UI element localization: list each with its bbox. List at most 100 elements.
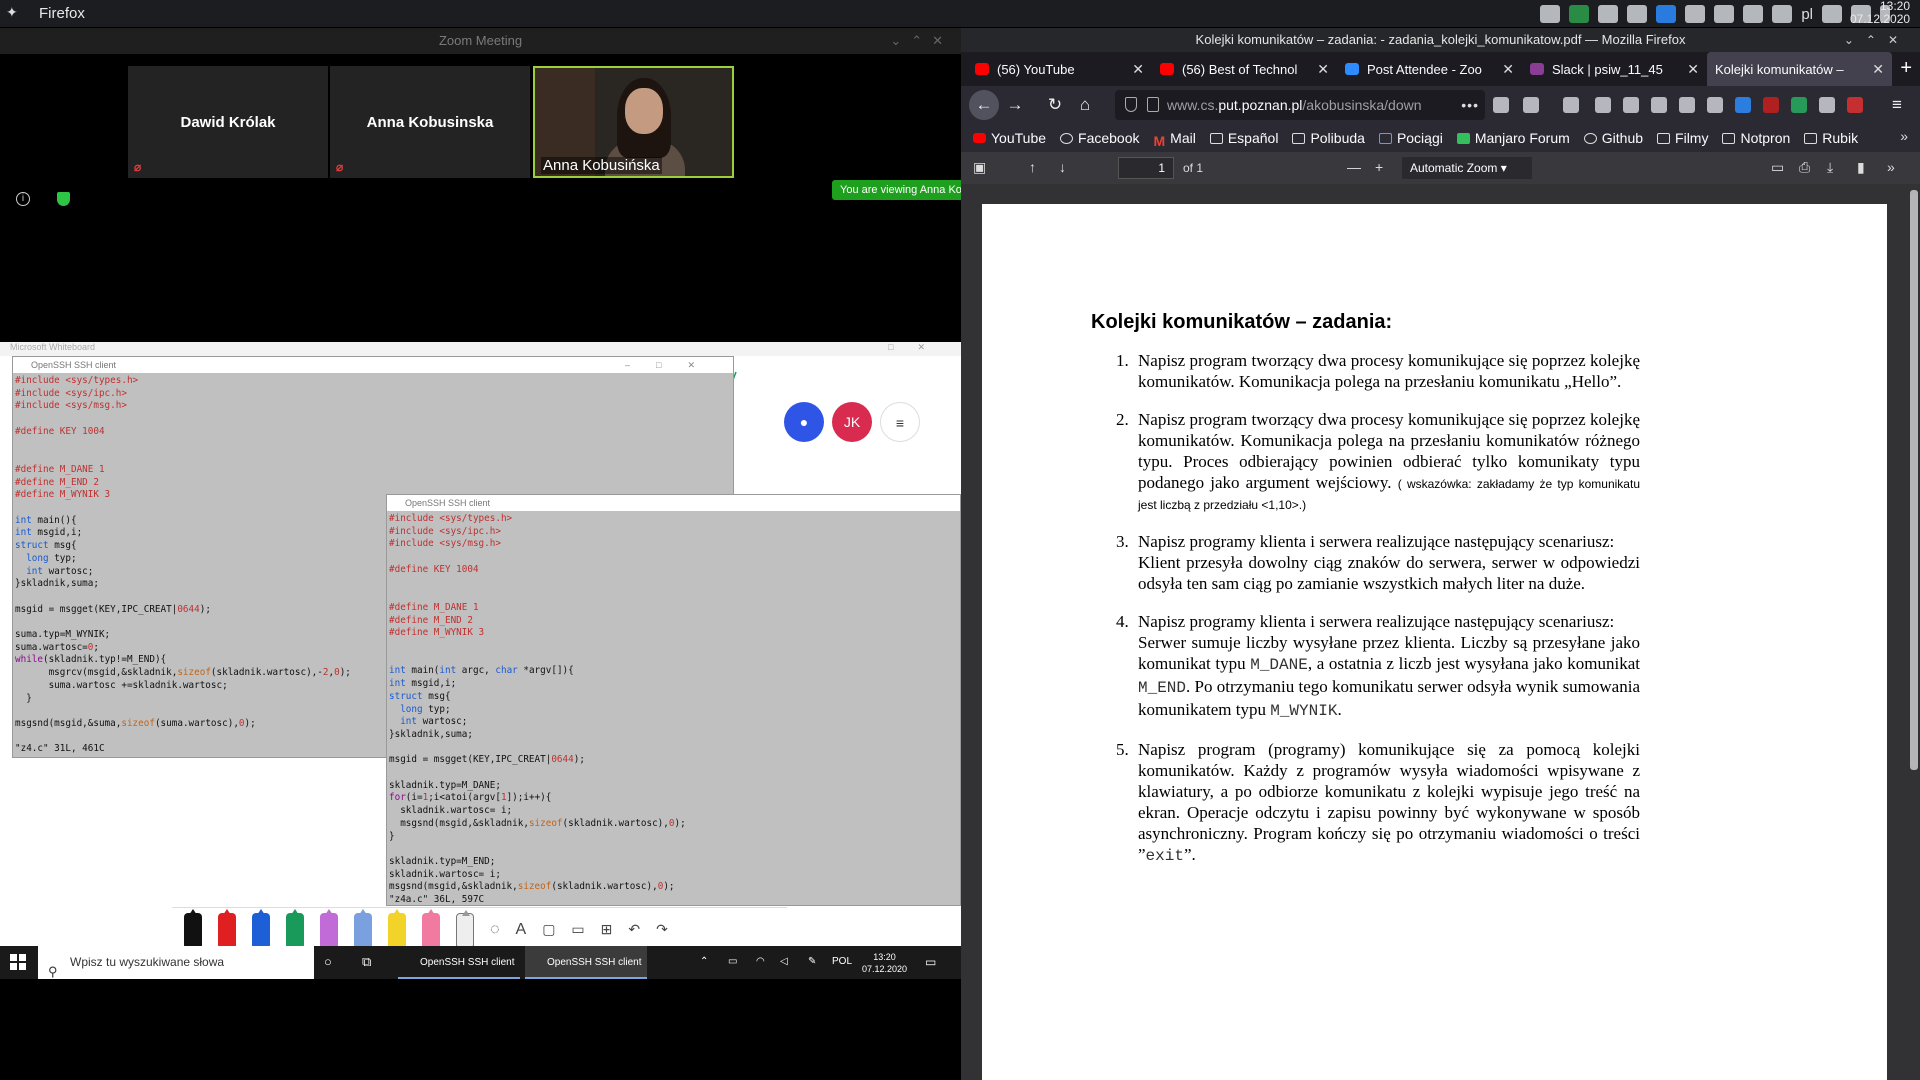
close-tab-icon[interactable]: ✕	[1317, 61, 1329, 78]
bookmark-item[interactable]: YouTube	[973, 130, 1046, 146]
extension-icon[interactable]	[1847, 97, 1863, 113]
page-number-input[interactable]: 1	[1118, 157, 1174, 179]
zoom-window-controls[interactable]: ⌄⌃✕	[890, 28, 953, 54]
red-pen-icon[interactable]	[218, 908, 236, 947]
save-icon[interactable]: ⤓	[1827, 159, 1833, 176]
extension-icon[interactable]	[1707, 97, 1723, 113]
new-tab-icon[interactable]: +	[1900, 57, 1912, 80]
bluetooth-icon[interactable]	[1772, 5, 1793, 23]
zoom-select[interactable]: Automatic Zoom ▾	[1402, 157, 1532, 179]
taskbar-app[interactable]: OpenSSH SSH client	[398, 946, 520, 979]
print-icon[interactable]: ⎙	[1799, 159, 1810, 176]
participant-tile[interactable]: Dawid Królak ⌀	[128, 66, 328, 178]
input-language[interactable]: POL	[832, 956, 852, 967]
ublock-icon[interactable]	[1763, 97, 1779, 113]
user-icon[interactable]: ●	[784, 402, 824, 442]
active-speaker-tile[interactable]: Anna Kobusińska	[533, 66, 734, 178]
bookmark-folder[interactable]: Rubik	[1804, 130, 1858, 146]
page-info-icon[interactable]	[1147, 97, 1159, 112]
undo-icon[interactable]: ↶	[628, 921, 640, 938]
system-clock[interactable]: 13:20 07.12.2020	[1850, 0, 1910, 26]
ssh-window-controls[interactable]: –□✕	[625, 357, 721, 373]
cortana-icon[interactable]: ○	[324, 954, 332, 969]
next-page-icon[interactable]: ↓	[1059, 159, 1066, 175]
zoom-in-icon[interactable]: +	[1375, 159, 1383, 175]
tab-pdf[interactable]: Kolejki komunikatów – ✕	[1707, 52, 1892, 86]
note-icon[interactable]: ▢	[542, 921, 555, 938]
avatar[interactable]: JK	[832, 402, 872, 442]
scrollbar[interactable]	[1910, 190, 1918, 770]
tracking-shield-icon[interactable]	[1125, 97, 1137, 112]
rainbow-pen-icon[interactable]	[320, 908, 338, 947]
redo-icon[interactable]: ↷	[656, 921, 668, 938]
lasso-icon[interactable]: ◌	[490, 921, 500, 939]
app-menu-icon[interactable]: ✦	[6, 4, 24, 22]
image-icon[interactable]: ▭	[571, 921, 584, 938]
ssh-window-front[interactable]: OpenSSH SSH client #include <sys/types.h…	[386, 494, 961, 906]
pause-icon[interactable]	[1598, 5, 1619, 23]
zoom-out-icon[interactable]: —	[1347, 159, 1361, 175]
sidebar-toggle-icon[interactable]: ▣	[973, 159, 986, 176]
manjaro-icon[interactable]	[1569, 5, 1590, 23]
account-icon[interactable]	[1679, 97, 1695, 113]
keyboard-layout[interactable]: pl	[1801, 6, 1813, 23]
bookmark-folder[interactable]: Notpron	[1722, 130, 1790, 146]
clipboard-icon[interactable]	[1685, 5, 1706, 23]
close-tab-icon[interactable]: ✕	[1872, 61, 1884, 78]
extension-icon[interactable]	[1819, 97, 1835, 113]
bookmark-folder[interactable]: Polibuda	[1292, 130, 1365, 146]
bookmark-item[interactable]: Pociągi	[1378, 130, 1443, 146]
volume-icon[interactable]: ◁	[780, 956, 788, 967]
pocket-icon[interactable]	[1493, 97, 1509, 113]
reader-icon[interactable]	[1651, 97, 1667, 113]
notifications-icon[interactable]: ▭	[925, 955, 936, 969]
blue-pen-icon[interactable]	[252, 908, 270, 947]
bookmark-item[interactable]: Manjaro Forum	[1456, 130, 1570, 146]
viewing-notice[interactable]: You are viewing Anna Ko	[832, 180, 961, 200]
taskbar-search-input[interactable]: ⚲ Wpisz tu wyszukiwane słowa	[38, 946, 314, 979]
green-pen-icon[interactable]	[286, 908, 304, 947]
participant-tile[interactable]: Anna Kobusinska ⌀	[330, 66, 530, 178]
pen-icon[interactable]: ✎	[808, 956, 816, 967]
insert-icon[interactable]: ⊞	[601, 921, 613, 938]
tab-youtube[interactable]: (56) YouTube ✕	[967, 52, 1152, 86]
back-icon[interactable]: ←	[969, 90, 999, 120]
home-icon[interactable]: ⌂	[1075, 95, 1095, 115]
firefox-window-controls[interactable]: ⌄⌃✕	[1844, 28, 1910, 52]
ruler-icon[interactable]	[456, 909, 474, 947]
text-icon[interactable]: A	[516, 921, 527, 939]
galaxy-pen-icon[interactable]	[354, 908, 372, 947]
microphone-icon[interactable]	[1822, 5, 1842, 23]
bookmark-item[interactable]: M Mail	[1154, 130, 1196, 149]
battery-icon[interactable]	[1743, 5, 1764, 23]
forward-icon[interactable]: →	[1005, 95, 1025, 115]
reload-icon[interactable]: ↻	[1045, 95, 1065, 115]
extension-icon[interactable]	[1791, 97, 1807, 113]
encryption-shield-icon[interactable]	[57, 192, 70, 206]
zoom-icon[interactable]	[1656, 5, 1677, 23]
tab-zoom[interactable]: Post Attendee - Zoo ✕	[1337, 52, 1522, 86]
menu-icon[interactable]: ≡	[880, 402, 920, 442]
url-bar[interactable]: www.cs.put.poznan.pl/akobusinska/down ••…	[1115, 90, 1485, 120]
close-tab-icon[interactable]: ✕	[1687, 61, 1699, 78]
page-actions-icon[interactable]: •••	[1461, 90, 1479, 120]
network-icon[interactable]: ◠	[756, 956, 765, 967]
discord-icon[interactable]	[1540, 5, 1561, 23]
presentation-icon[interactable]: ▭	[1771, 159, 1784, 176]
taskbar-app[interactable]: OpenSSH SSH client	[525, 946, 647, 979]
bookmark-folder[interactable]: Filmy	[1657, 130, 1708, 146]
task-view-icon[interactable]: ⧉	[362, 954, 371, 970]
eraser-icon[interactable]	[422, 908, 440, 947]
tab-youtube-2[interactable]: (56) Best of Technol ✕	[1152, 52, 1337, 86]
more-bookmarks-icon[interactable]: »	[1900, 128, 1908, 144]
close-tab-icon[interactable]: ✕	[1502, 61, 1514, 78]
library-icon[interactable]	[1595, 97, 1611, 113]
windows-start-icon[interactable]	[10, 954, 26, 970]
tab-slack[interactable]: Slack | psiw_11_45 ✕	[1522, 52, 1707, 86]
previous-page-icon[interactable]: ↑	[1029, 159, 1036, 175]
volume-icon[interactable]	[1714, 5, 1735, 23]
downloads-icon[interactable]	[1563, 97, 1579, 113]
sidebar-icon[interactable]	[1623, 97, 1639, 113]
shield-icon[interactable]	[1627, 5, 1648, 23]
extension-icon[interactable]	[1735, 97, 1751, 113]
